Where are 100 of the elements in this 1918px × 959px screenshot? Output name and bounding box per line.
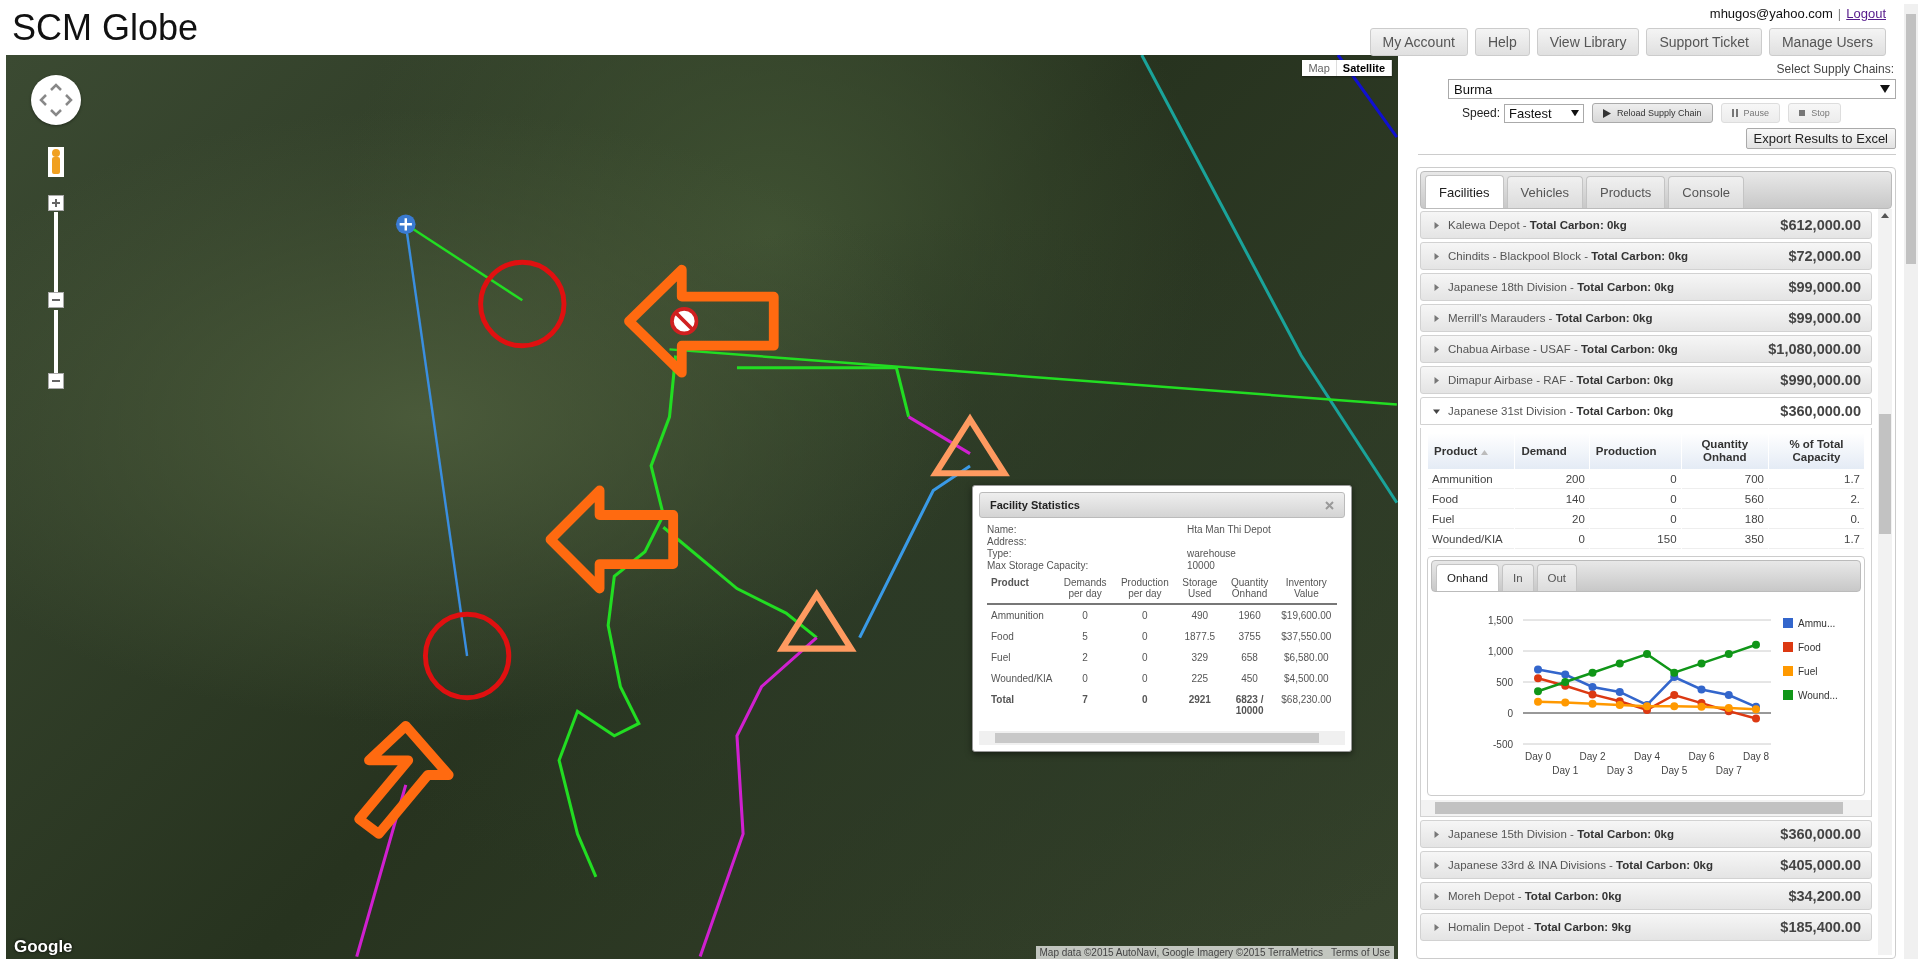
play-icon: [1603, 108, 1612, 118]
scrollbar-thumb[interactable]: [995, 733, 1319, 743]
axis-tick-label: 1,500: [1487, 615, 1513, 626]
table-cell: 200: [1515, 470, 1589, 489]
caret-right-icon: [1433, 376, 1440, 384]
data-point: [1752, 640, 1760, 649]
scroll-up-icon: [1881, 213, 1889, 218]
facility-row[interactable]: Homalin Depot - Total Carbon: 9kg $185,400.00: [1420, 913, 1872, 941]
caret-right-icon: [1433, 345, 1440, 353]
facility-row[interactable]: Merrill's Marauders - Total Carbon: 0kg $99,000.00: [1420, 304, 1872, 332]
scrollbar-thumb[interactable]: [1435, 802, 1843, 814]
export-button[interactable]: Export Results to Excel: [1745, 128, 1896, 149]
facility-title: Chabua Airbase - USAF - Total Carbon: 0kg: [1448, 343, 1679, 355]
facility-title: Merrill's Marauders - Total Carbon: 0kg: [1448, 312, 1654, 324]
tab[interactable]: Vehicles: [1506, 176, 1583, 208]
person-icon[interactable]: [48, 147, 64, 177]
axis-tick-label: Day 7: [1715, 765, 1742, 776]
satellite-map-photo[interactable]: [6, 55, 1398, 959]
vertical-scrollbar[interactable]: [1878, 209, 1892, 955]
horizontal-scrollbar[interactable]: [1421, 800, 1871, 816]
control-button[interactable]: Reload Supply Chain: [1592, 103, 1713, 123]
facility-amount: $360,000.00: [1780, 826, 1861, 842]
field-value: Hta Man Thi Depot: [1187, 524, 1272, 535]
axis-tick-label: 1,000: [1487, 646, 1513, 657]
table-cell-text: 1877.5: [1183, 630, 1217, 644]
table-cell: 350: [1681, 530, 1768, 549]
nav-button[interactable]: Help: [1474, 28, 1530, 56]
pause-icon: [1731, 109, 1738, 117]
facility-row[interactable]: Dimapur Airbase - RAF - Total Carbon: 0kg $990,000.00: [1420, 366, 1872, 394]
chart-tab[interactable]: Onhand: [1436, 564, 1499, 591]
axis-tick-label: Day 8: [1742, 751, 1770, 762]
data-point: [1588, 682, 1597, 691]
stop-icon: [1799, 110, 1806, 116]
speed-select[interactable]: Fastest: [1504, 103, 1585, 123]
nav-button[interactable]: Manage Users: [1768, 28, 1886, 56]
zoom-slider-handle[interactable]: [48, 292, 64, 308]
page-scrollbar[interactable]: [1904, 4, 1918, 959]
field-value: warehouse: [1187, 548, 1237, 559]
table-cell: 700: [1681, 470, 1768, 489]
supply-chain-select[interactable]: Burma: [1448, 79, 1896, 99]
popup-title: Facility Statistics: [990, 499, 1080, 511]
facility-title: Japanese 31st Division - Total Carbon: 0kg: [1448, 405, 1675, 417]
table-cell: Ammunition: [987, 604, 1057, 626]
table-cell: 0: [1589, 490, 1681, 509]
axis-tick-label: Day 0: [1524, 751, 1552, 762]
dropdown-caret-icon: [1571, 109, 1580, 117]
logout-link[interactable]: Logout: [1846, 5, 1886, 21]
table-cell-text: Wounded/KIA: [990, 672, 1054, 686]
facility-row[interactable]: Japanese 15th Division - Total Carbon: 0kg $360,000.00: [1420, 820, 1872, 848]
facility-row[interactable]: Japanese 31st Division - Total Carbon: 0kg $360,000.00: [1420, 397, 1872, 425]
facility-row[interactable]: Japanese 18th Division - Total Carbon: 0kg $99,000.00: [1420, 273, 1872, 301]
zoom-slider-track[interactable]: [54, 310, 58, 373]
field-label: Type:: [987, 548, 1013, 559]
tab[interactable]: Products: [1586, 176, 1666, 208]
table-cell-text: 7: [1081, 693, 1089, 707]
data-point: [1588, 668, 1597, 677]
facility-row[interactable]: Chabua Airbase - USAF - Total Carbon: 0kg $1,080,000.00: [1420, 335, 1872, 363]
table-cell: 150: [1589, 530, 1681, 549]
field-label: Max Storage Capacity:: [987, 560, 1090, 571]
horizontal-scrollbar[interactable]: [979, 731, 1345, 745]
nav-button[interactable]: My Account: [1369, 28, 1468, 56]
pan-control[interactable]: [31, 75, 81, 125]
chart-tab[interactable]: In: [1501, 564, 1534, 591]
table-cell: 0: [1113, 604, 1176, 626]
terms-link[interactable]: Terms of Use: [1331, 947, 1390, 958]
facility-row[interactable]: Moreh Depot - Total Carbon: 0kg $34,200.00: [1420, 882, 1872, 910]
legend-label: Food: [1798, 642, 1821, 653]
column-header: Quantity Onhand: [1223, 575, 1276, 604]
close-icon[interactable]: [1325, 500, 1334, 510]
data-point: [1670, 668, 1679, 677]
data-point: [1670, 702, 1679, 711]
caret-right-icon: [1433, 283, 1440, 291]
tab[interactable]: Facilities: [1425, 175, 1504, 208]
facility-amount: $1,080,000.00: [1768, 341, 1861, 357]
separator: |: [1837, 5, 1842, 21]
facility-amount: $99,000.00: [1788, 279, 1861, 295]
zoom-in-button[interactable]: [48, 195, 64, 211]
map-type-button[interactable]: Map: [1302, 60, 1337, 76]
facility-row[interactable]: Japanese 33rd & INA Divisions - Total Carbon: 0kg $405,000.00: [1420, 851, 1872, 879]
scrollbar-thumb[interactable]: [1879, 414, 1891, 534]
scrollbar-thumb[interactable]: [1906, 14, 1916, 264]
table-cell-text: Fuel: [990, 651, 1012, 665]
zoom-slider-track[interactable]: [54, 212, 58, 292]
data-point: [1670, 691, 1679, 699]
nav-button[interactable]: View Library: [1536, 28, 1640, 56]
map-type-button[interactable]: Satellite: [1336, 60, 1392, 76]
caret-right-icon: [1433, 923, 1440, 931]
facility-row[interactable]: Kalewa Depot - Total Carbon: 0kg $612,000.00: [1420, 211, 1872, 239]
table-cell: 180: [1681, 510, 1768, 529]
zoom-out-button[interactable]: [48, 373, 64, 389]
nav-button[interactable]: Support Ticket: [1646, 28, 1762, 56]
tab[interactable]: Console: [1668, 176, 1744, 208]
column-header: Inventory Value: [1275, 575, 1337, 604]
facility-title: Chindits - Blackpool Block - Total Carbon: 0kg: [1448, 250, 1690, 262]
table-cell: 20: [1515, 510, 1589, 529]
facility-row[interactable]: Chindits - Blackpool Block - Total Carbon: 0kg $72,000.00: [1420, 242, 1872, 270]
minus-icon: [52, 380, 60, 382]
pan-arrows-icon: [38, 82, 74, 118]
select-label: Select Supply Chains:: [1775, 62, 1895, 76]
chart-tab[interactable]: Out: [1536, 564, 1578, 591]
